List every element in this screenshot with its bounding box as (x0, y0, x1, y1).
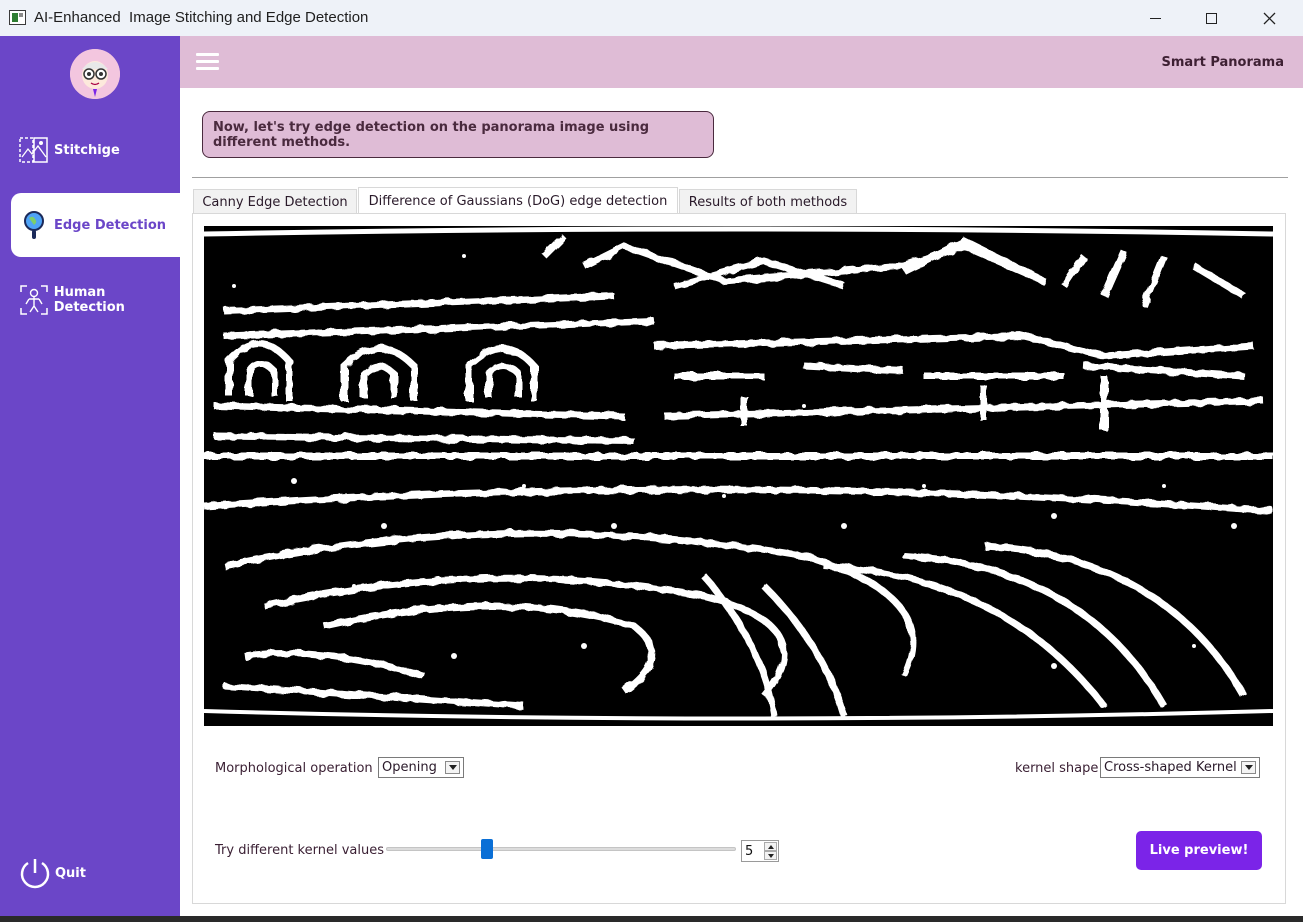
image-stitch-icon (19, 135, 49, 165)
sidebar-item-label: Stitchige (54, 142, 120, 158)
kernel-values-label: Try different kernel values (215, 843, 384, 858)
header-title: Smart Panorama (1161, 55, 1284, 70)
quit-label: Quit (55, 865, 86, 881)
sidebar-item-label: Human Detection (53, 285, 125, 315)
sidebar-item-edge-detection[interactable]: Edge Detection (11, 193, 180, 257)
header-bar: Smart Panorama (180, 36, 1303, 88)
info-message: Now, let's try edge detection on the pan… (202, 111, 714, 158)
kernel-spinbox-value: 5 (745, 843, 754, 859)
window-titlebar: AI-Enhanced Image Stitching and Edge Det… (0, 0, 1303, 36)
spin-down-icon[interactable] (764, 851, 777, 860)
magnifier-globe-icon (19, 210, 49, 240)
spin-up-icon[interactable] (764, 842, 777, 851)
menu-icon[interactable] (196, 53, 219, 70)
morph-operation-label: Morphological operation (215, 761, 373, 776)
power-icon (20, 859, 50, 889)
chevron-down-icon (445, 761, 460, 774)
maximize-icon (1205, 12, 1217, 24)
tab-dog[interactable]: Difference of Gaussians (DoG) edge detec… (358, 187, 678, 215)
app-icon (9, 10, 26, 25)
close-button[interactable] (1240, 0, 1298, 36)
kernel-shape-select[interactable]: Cross-shaped Kernel (1100, 757, 1260, 778)
tab-canny[interactable]: Canny Edge Detection (193, 189, 357, 214)
kernel-spinbox[interactable]: 5 (741, 840, 779, 862)
close-icon (1263, 12, 1275, 24)
sidebar-item-label: Edge Detection (54, 217, 167, 233)
sidebar: Stitchige Edge Detection Human Detection… (0, 36, 180, 922)
live-preview-button[interactable]: Live preview! (1136, 831, 1262, 870)
kernel-shape-label: kernel shape (1015, 761, 1099, 776)
edge-detection-image (204, 226, 1273, 726)
tab-results-both[interactable]: Results of both methods (679, 189, 857, 214)
avatar (70, 49, 120, 99)
human-scan-icon (19, 285, 49, 315)
sidebar-item-stitching[interactable]: Stitchige (11, 118, 180, 182)
morph-operation-value: Opening (382, 760, 437, 775)
quit-button[interactable]: Quit (18, 856, 86, 890)
edge-image-graphic (204, 226, 1273, 726)
morph-operation-select[interactable]: Opening (378, 757, 464, 778)
kernel-shape-value: Cross-shaped Kernel (1104, 760, 1237, 775)
minimize-button[interactable] (1126, 0, 1184, 36)
kernel-slider-handle[interactable] (481, 839, 493, 859)
divider (192, 177, 1288, 178)
sidebar-item-human-detection[interactable]: Human Detection (11, 268, 180, 332)
chevron-down-icon (1241, 761, 1256, 774)
minimize-icon (1149, 17, 1161, 19)
window-title: AI-Enhanced Image Stitching and Edge Det… (34, 9, 369, 26)
window-bottom-edge (0, 916, 1303, 922)
kernel-slider-track[interactable] (386, 847, 736, 851)
maximize-button[interactable] (1182, 0, 1240, 36)
